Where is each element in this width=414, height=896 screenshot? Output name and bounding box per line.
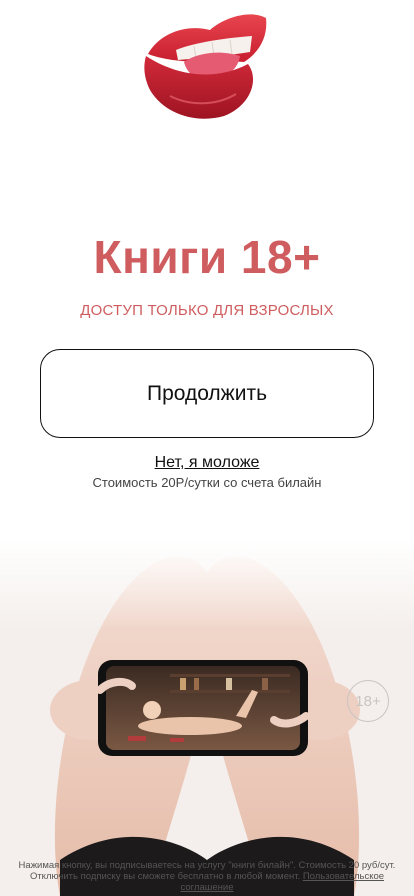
- continue-button[interactable]: Продолжить: [40, 349, 374, 438]
- phone-photo-icon: [0, 540, 414, 896]
- page-title: Книги 18+: [93, 231, 321, 283]
- legal-line-1: Нажимая кнопку, вы подписываетесь на усл…: [18, 860, 396, 871]
- legal-line-2: Отключить подписку вы сможете бесплатно …: [29, 871, 301, 882]
- legal-text: Нажимая кнопку, вы подписываетесь на усл…: [6, 860, 408, 893]
- hero-photo: [0, 540, 414, 896]
- age-rating-badge: 18+: [347, 680, 389, 722]
- lips-logo-icon: [144, 14, 267, 119]
- logo: [0, 6, 414, 126]
- cost-text: Стоимость 20Р/сутки со счета билайн: [92, 475, 322, 490]
- younger-link[interactable]: Нет, я моложе: [0, 454, 414, 472]
- page-subtitle: ДОСТУП ТОЛЬКО ДЛЯ ВЗРОСЛЫХ: [80, 302, 334, 319]
